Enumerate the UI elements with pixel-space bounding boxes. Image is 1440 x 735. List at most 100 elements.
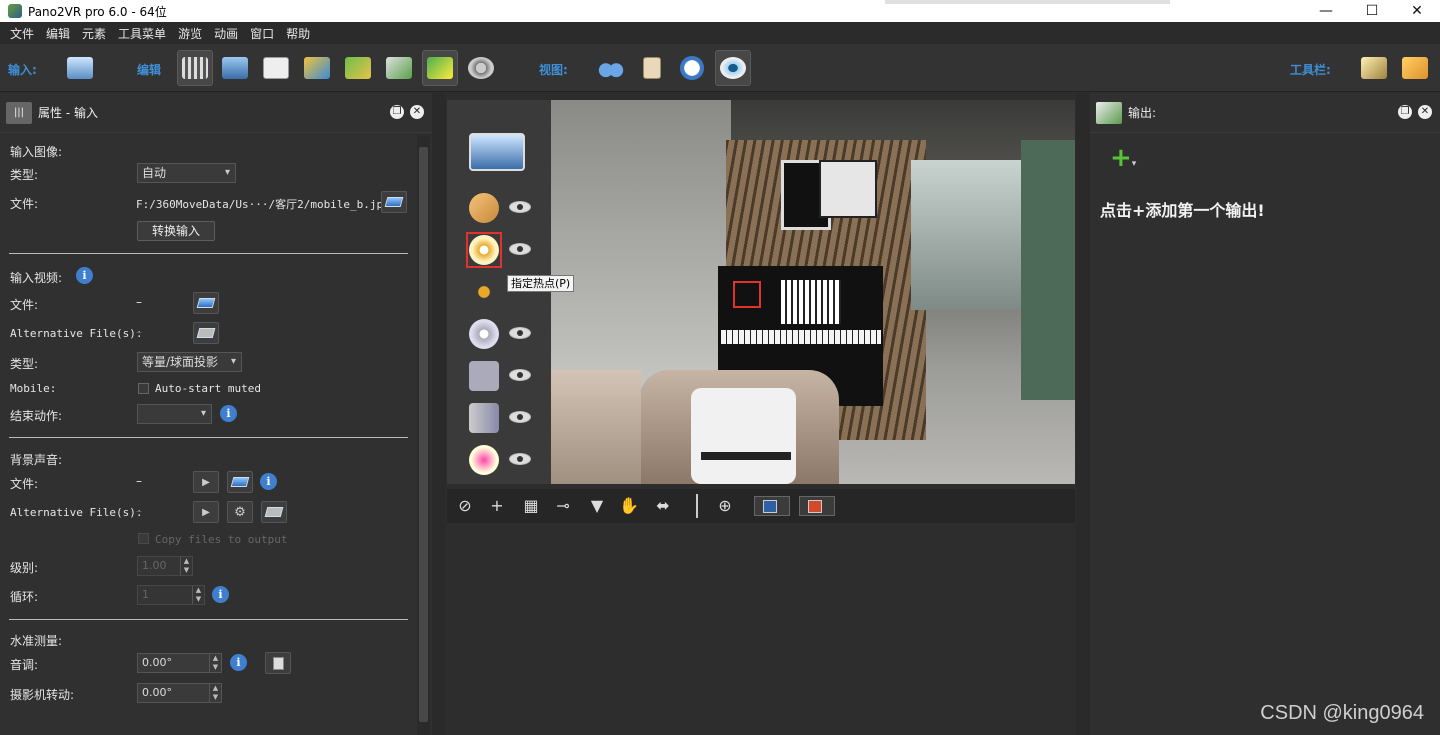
crosshair-icon[interactable]: + <box>487 496 507 516</box>
eye-toggle-icon[interactable] <box>509 453 531 465</box>
level-spinbox[interactable]: 1.00 ▲ ▼ <box>137 556 193 576</box>
spin-arrows-icon[interactable]: ▲ ▼ <box>209 684 221 702</box>
copy-files-checkbox[interactable] <box>138 533 149 544</box>
properties-title: 属性 - 输入 <box>38 106 98 120</box>
hand-icon[interactable]: ✋ <box>619 496 639 516</box>
copy-leveling-button[interactable] <box>265 652 291 674</box>
close-icon[interactable]: ✕ <box>1394 0 1440 22</box>
info-icon[interactable]: i <box>212 586 229 603</box>
skin-editor-button[interactable] <box>381 50 417 86</box>
eye-icon <box>720 57 746 79</box>
sound-icon[interactable] <box>469 319 499 349</box>
blue-color-picker[interactable] <box>754 496 790 516</box>
menu-file[interactable]: 文件 <box>10 25 34 42</box>
menu-edit[interactable]: 编辑 <box>46 25 70 42</box>
float-icon[interactable]: ❐ <box>1398 105 1412 119</box>
end-action-select[interactable] <box>137 404 212 424</box>
loop-value: 1 <box>142 588 149 601</box>
loop-spinbox[interactable]: 1 ▲ ▼ <box>137 585 205 605</box>
right-splitter[interactable] <box>1076 93 1090 735</box>
browse-sound-button[interactable] <box>227 471 253 493</box>
info-icon[interactable]: i <box>230 654 247 671</box>
ruler-icon[interactable]: ⊸ <box>553 496 573 516</box>
info-icon[interactable]: i <box>260 473 277 490</box>
float-icon[interactable]: ❐ <box>390 105 404 119</box>
green-wall <box>1021 140 1075 400</box>
spin-arrows-icon[interactable]: ▲ ▼ <box>209 654 221 672</box>
tour-browser-button[interactable] <box>299 50 335 86</box>
play-sound-button[interactable]: ▶ <box>193 471 219 493</box>
menu-tour[interactable]: 游览 <box>178 25 202 42</box>
minimize-icon[interactable]: — <box>1303 0 1349 22</box>
roll-spinbox[interactable]: 0.00° ▲ ▼ <box>137 683 222 703</box>
app-icon <box>8 4 22 18</box>
panorama-viewer[interactable] <box>447 100 1075 484</box>
user-data-button[interactable] <box>258 50 294 86</box>
play-alt-sound-button[interactable]: ▶ <box>193 501 219 523</box>
pitch-spinbox[interactable]: 0.00° ▲ ▼ <box>137 653 222 673</box>
menu-elements[interactable]: 元素 <box>82 25 106 42</box>
browse-image-button[interactable] <box>381 191 407 213</box>
eye-toggle-icon[interactable] <box>509 411 531 423</box>
view-binoculars-button[interactable] <box>593 50 629 86</box>
spin-arrows-icon[interactable]: ▲ ▼ <box>180 557 192 575</box>
video-icon[interactable] <box>469 403 499 433</box>
folder-icon <box>196 328 216 338</box>
eye-toggle-icon[interactable] <box>509 243 531 255</box>
polygon-hotspot-icon[interactable] <box>469 277 499 307</box>
animation-button[interactable] <box>463 50 499 86</box>
info-icon[interactable]: i <box>220 405 237 422</box>
image-icon[interactable] <box>469 361 499 391</box>
browse-alt-sound-button[interactable] <box>261 501 287 523</box>
properties-button[interactable] <box>177 50 213 86</box>
panorama-image[interactable] <box>551 100 1075 484</box>
pitch-value: 0.00° <box>142 656 172 669</box>
browse-video-button[interactable] <box>193 292 219 314</box>
image-type-select[interactable]: 自动 <box>137 163 236 183</box>
left-splitter[interactable] <box>432 93 446 735</box>
eye-toggle-icon[interactable] <box>509 327 531 339</box>
eye-toggle-icon[interactable] <box>509 369 531 381</box>
maximize-icon[interactable]: ☐ <box>1349 0 1395 22</box>
view-clock-button[interactable] <box>674 50 710 86</box>
menu-tools[interactable]: 工具菜单 <box>118 25 166 42</box>
view-eye-button[interactable] <box>715 50 751 86</box>
color-swatch-icon <box>808 500 822 513</box>
toolbar-tool-1-button[interactable] <box>1356 50 1392 86</box>
grid-icon[interactable]: ▦ <box>521 496 541 516</box>
patch-icon[interactable] <box>469 193 499 223</box>
info-icon[interactable]: i <box>76 267 93 284</box>
compass-icon[interactable]: ⊘ <box>455 496 475 516</box>
close-icon[interactable]: ✕ <box>410 105 424 119</box>
target-icon[interactable]: ⊕ <box>715 496 735 516</box>
output-title: 输出: <box>1128 106 1157 120</box>
viewing-params-button[interactable] <box>217 50 253 86</box>
red-color-picker[interactable] <box>799 496 835 516</box>
marble-wall <box>551 100 731 400</box>
video-type-select[interactable]: 等量/球面投影 <box>137 352 242 372</box>
spin-arrows-icon[interactable]: ▲ ▼ <box>192 586 204 604</box>
select-mode-icon[interactable] <box>469 133 525 171</box>
lens-flare-icon[interactable] <box>469 445 499 475</box>
toolbar-tool-2-button[interactable] <box>1397 50 1433 86</box>
eye-toggle-icon[interactable] <box>509 201 531 213</box>
close-icon[interactable]: ✕ <box>1418 105 1432 119</box>
menu-help[interactable]: 帮助 <box>286 25 310 42</box>
view-label: 视图: <box>539 63 568 77</box>
convert-input-button[interactable]: 转换输入 <box>137 221 215 241</box>
scrollbar-thumb[interactable] <box>419 147 428 722</box>
input-image-button[interactable] <box>62 50 98 86</box>
hotspot-marker[interactable] <box>733 281 761 308</box>
funnel-icon[interactable]: ▼ <box>587 496 607 516</box>
tour-map-button[interactable] <box>340 50 376 86</box>
properties-scrollbar[interactable] <box>417 135 430 735</box>
view-clipboard-button[interactable] <box>634 50 670 86</box>
auto-start-muted-checkbox[interactable] <box>138 383 149 394</box>
menu-animation[interactable]: 动画 <box>214 25 238 42</box>
google-maps-button[interactable] <box>422 50 458 86</box>
browse-video-alt-button[interactable] <box>193 322 219 344</box>
add-output-button[interactable]: +▾ <box>1110 145 1136 175</box>
menu-window[interactable]: 窗口 <box>250 25 274 42</box>
settings-sound-button[interactable]: ⚙ <box>227 501 253 523</box>
panorama-view-icon[interactable]: ⬌ <box>653 496 673 516</box>
